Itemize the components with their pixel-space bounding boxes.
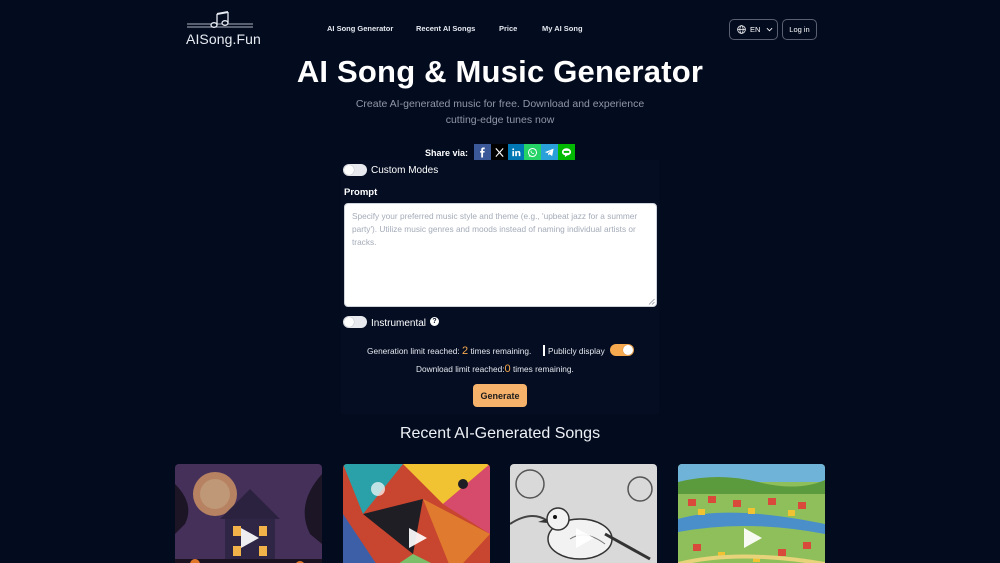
nav-my-ai-song[interactable]: My AI Song (542, 24, 583, 33)
play-icon[interactable] (740, 526, 764, 550)
help-icon[interactable]: ? (430, 317, 439, 326)
resize-grip-icon[interactable] (648, 298, 655, 305)
instrumental-label: Instrumental (371, 318, 427, 329)
publicly-display-label: Publicly display (548, 346, 605, 356)
download-limit-text: Download limit reached:0 times remaining… (416, 363, 574, 375)
facebook-icon (480, 147, 485, 158)
share-telegram-button[interactable] (541, 144, 558, 161)
logo-text: AISong.Fun (186, 31, 261, 47)
download-limit-prefix: Download limit reached: (416, 364, 505, 374)
x-icon (495, 147, 504, 158)
share-x-button[interactable] (491, 144, 508, 161)
share-linkedin-button[interactable] (508, 144, 525, 161)
generation-limit-text: Generation limit reached: 2 times remain… (367, 345, 531, 357)
subtitle-line-1: Create AI-generated music for free. Down… (355, 98, 645, 110)
divider (543, 345, 545, 356)
song-card-village-landscape[interactable] (678, 464, 825, 563)
line-icon (561, 148, 572, 158)
generate-button[interactable]: Generate (473, 384, 527, 407)
logo[interactable]: AISong.Fun (186, 11, 261, 47)
top-header: AISong.Fun AI Song Generator Recent AI S… (0, 0, 1000, 58)
share-whatsapp-button[interactable] (524, 144, 541, 161)
play-icon[interactable] (572, 526, 596, 550)
globe-icon (737, 25, 746, 34)
custom-modes-label: Custom Modes (371, 165, 439, 176)
nav-price[interactable]: Price (499, 24, 517, 33)
share-line-button[interactable] (558, 144, 575, 161)
share-label: Share via: (425, 148, 469, 158)
play-icon[interactable] (405, 526, 429, 550)
publicly-display-toggle[interactable] (610, 344, 634, 356)
recent-songs-title: Recent AI-Generated Songs (399, 425, 601, 442)
generation-limit-suffix: times remaining. (468, 346, 532, 356)
play-icon[interactable] (237, 526, 261, 550)
page-title: AI Song & Music Generator (296, 54, 704, 89)
generation-limit-prefix: Generation limit reached: (367, 346, 463, 356)
prompt-placeholder: Specify your preferred music style and t… (352, 211, 638, 247)
music-note-icon (187, 11, 253, 28)
language-label: EN (750, 25, 761, 34)
share-facebook-button[interactable] (474, 144, 491, 161)
prompt-label: Prompt (344, 187, 378, 198)
download-limit-suffix: times remaining. (510, 364, 574, 374)
chevron-down-icon (766, 27, 773, 32)
telegram-icon (544, 148, 554, 157)
whatsapp-icon (527, 147, 538, 158)
instrumental-toggle[interactable] (343, 316, 367, 328)
nav-ai-song-generator[interactable]: AI Song Generator (327, 24, 393, 33)
custom-modes-toggle[interactable] (343, 164, 367, 176)
subtitle-line-2: cutting-edge tunes now (445, 113, 555, 126)
login-button[interactable]: Log in (782, 19, 817, 40)
linkedin-icon (512, 148, 521, 157)
language-selector[interactable]: EN (729, 19, 778, 40)
nav-recent-ai-songs[interactable]: Recent AI Songs (416, 24, 475, 33)
song-card-bird-sketch[interactable] (510, 464, 657, 563)
song-card-haunted-house[interactable] (175, 464, 322, 563)
song-card-abstract-collage[interactable] (343, 464, 490, 563)
page-subtitle: Create AI-generated music for free. Down… (330, 97, 670, 128)
